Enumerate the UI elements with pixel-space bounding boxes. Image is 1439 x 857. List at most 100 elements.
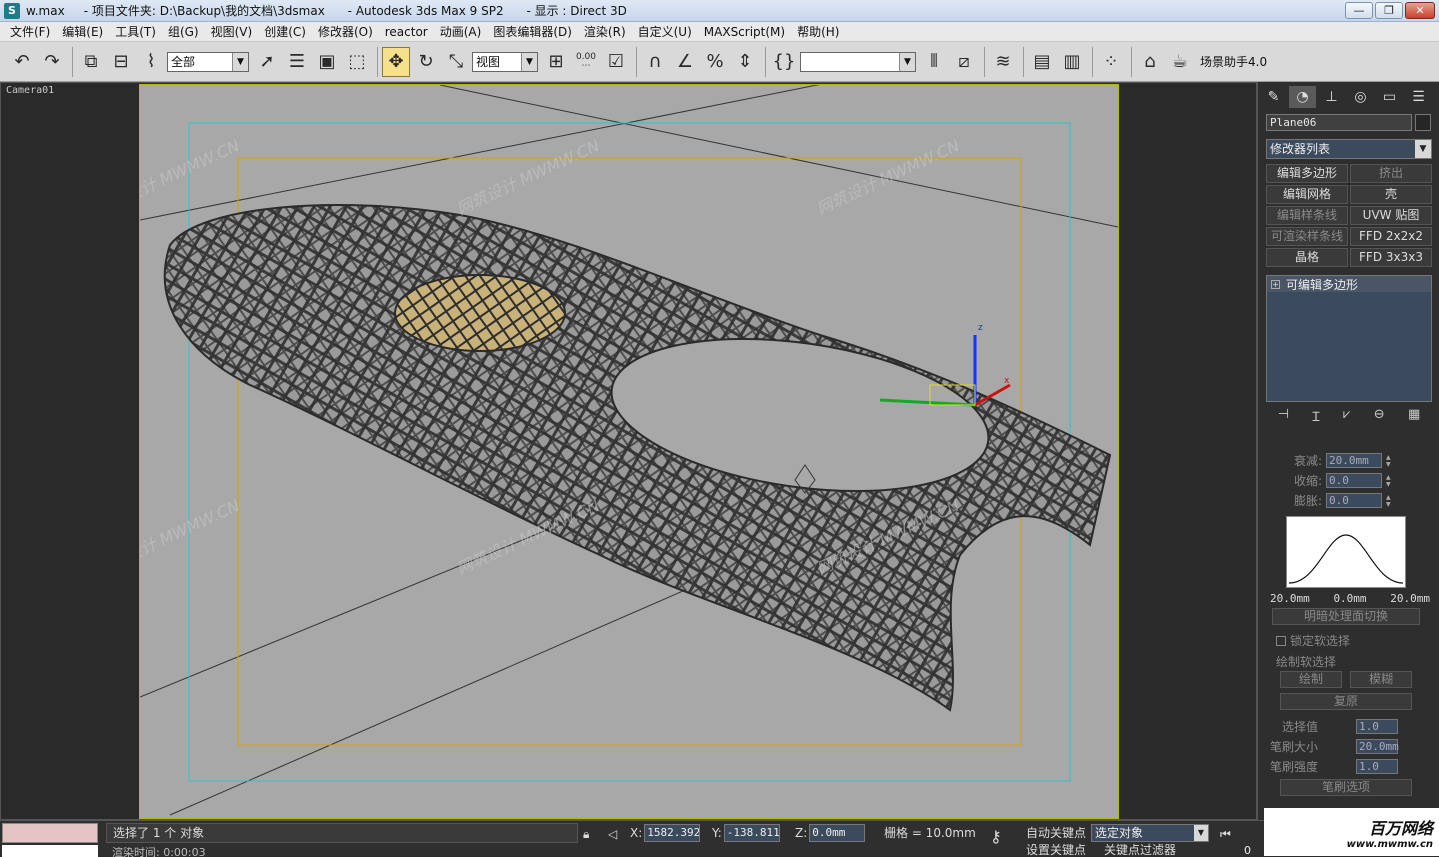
- menu-modifiers[interactable]: 修改器(O): [312, 22, 379, 42]
- modifier-ffd-3x3x3-button[interactable]: FFD 3x3x3: [1350, 248, 1432, 267]
- schematic-view-icon[interactable]: ▥: [1058, 47, 1086, 77]
- menu-maxscript[interactable]: MAXScript(M): [698, 22, 791, 42]
- current-frame-field[interactable]: 0: [1244, 845, 1251, 857]
- select-and-scale-icon[interactable]: ⤡: [442, 47, 470, 77]
- brush-options-button[interactable]: 笔刷选项: [1280, 779, 1412, 796]
- menu-help[interactable]: 帮助(H): [791, 22, 845, 42]
- minimize-button[interactable]: —: [1345, 2, 1373, 19]
- maxscript-listener-output[interactable]: [2, 845, 98, 857]
- bubble-field[interactable]: 0.0: [1326, 493, 1382, 508]
- angle-snap-icon[interactable]: ∠: [671, 47, 699, 77]
- spinner-snap-icon[interactable]: ⇕: [731, 47, 759, 77]
- go-to-start-icon[interactable]: ⏮: [1220, 824, 1231, 844]
- expand-icon[interactable]: +: [1271, 279, 1280, 289]
- pinch-field[interactable]: 0.0: [1326, 473, 1382, 488]
- viewport-scene[interactable]: z x 网筑设计 MWMW.CN 网筑设计 MWMW.CN 网筑设计 MWMW.…: [94, 24, 1119, 819]
- named-selection-dropdown[interactable]: ▼: [800, 51, 916, 72]
- y-field[interactable]: -138.811mm: [723, 824, 780, 842]
- select-and-link-icon[interactable]: ⧉: [77, 47, 105, 77]
- motion-tab-icon[interactable]: ◎: [1347, 86, 1374, 108]
- revert-button[interactable]: 复原: [1280, 693, 1412, 710]
- show-end-result-icon[interactable]: Ɪ: [1312, 407, 1319, 425]
- blur-button[interactable]: 模糊: [1350, 671, 1412, 688]
- selection-filter-dropdown[interactable]: 全部 ▼: [167, 51, 249, 72]
- absolute-mode-icon[interactable]: ◁: [608, 824, 617, 844]
- shade-face-toggle-button[interactable]: 明暗处理面切换: [1272, 608, 1420, 625]
- modifier-edit-spline-button[interactable]: 编辑样条线: [1266, 206, 1348, 225]
- x-field[interactable]: 1582.392mm: [644, 824, 701, 842]
- window-crossing-icon[interactable]: ⬚: [343, 47, 371, 77]
- select-object-icon[interactable]: ➚: [253, 47, 281, 77]
- hierarchy-tab-icon[interactable]: ⊥: [1318, 86, 1345, 108]
- create-tab-icon[interactable]: ✎: [1260, 86, 1287, 108]
- menu-rendering[interactable]: 渲染(R): [578, 22, 632, 42]
- quick-render-icon[interactable]: ☕: [1166, 47, 1194, 77]
- menu-views[interactable]: 视图(V): [205, 22, 259, 42]
- menu-animation[interactable]: 动画(A): [434, 22, 488, 42]
- undo-icon[interactable]: ↶: [8, 47, 36, 77]
- menu-tools[interactable]: 工具(T): [109, 22, 162, 42]
- keyboard-shortcut-override-icon[interactable]: ☑: [602, 47, 630, 77]
- configure-sets-icon[interactable]: ▦: [1408, 407, 1420, 425]
- display-tab-icon[interactable]: ▭: [1376, 86, 1403, 108]
- edit-named-selection-icon[interactable]: {}: [770, 47, 798, 77]
- brush-size-field[interactable]: 20.0mm: [1356, 739, 1399, 754]
- select-and-rotate-icon[interactable]: ↻: [412, 47, 440, 77]
- utilities-tab-icon[interactable]: ☰: [1405, 86, 1432, 108]
- modifier-renderable-spline-button[interactable]: 可渲染样条线: [1266, 227, 1348, 246]
- checkbox-box[interactable]: [1276, 635, 1286, 646]
- key-icon[interactable]: ⚷: [990, 827, 1002, 847]
- layer-manager-icon[interactable]: ≋: [989, 47, 1017, 77]
- render-scene-icon[interactable]: ⌂: [1136, 47, 1164, 77]
- 3dsmax-app-icon[interactable]: S: [4, 2, 20, 19]
- select-manipulate-icon[interactable]: 0.00 ⋯: [572, 47, 600, 77]
- spinner-arrows-icon[interactable]: ▲ ▼: [1386, 474, 1394, 488]
- object-name-field[interactable]: Plane06: [1266, 114, 1412, 131]
- paint-button[interactable]: 绘制: [1280, 671, 1342, 688]
- pivot-center-icon[interactable]: ⊞: [542, 47, 570, 77]
- z-field[interactable]: 0.0mm: [809, 824, 866, 842]
- maxscript-listener-mini[interactable]: [2, 823, 98, 843]
- snaps-toggle-icon[interactable]: ∩: [641, 47, 669, 77]
- material-editor-icon[interactable]: ⁘: [1097, 47, 1125, 77]
- set-key-button[interactable]: 设置关键点: [1026, 843, 1086, 857]
- menu-edit[interactable]: 编辑(E): [56, 22, 109, 42]
- menu-graph-editors[interactable]: 图表编辑器(D): [487, 22, 578, 42]
- menu-group[interactable]: 组(G): [162, 22, 205, 42]
- modifier-edit-poly-button[interactable]: 编辑多边形: [1266, 164, 1348, 183]
- lock-soft-selection-checkbox[interactable]: 锁定软选择: [1276, 632, 1350, 649]
- reference-coordinate-dropdown[interactable]: 视图 ▼: [472, 51, 538, 72]
- selection-lock-icon[interactable]: 🔒︎: [583, 824, 589, 844]
- scene-helper-label[interactable]: 场景助手4.0: [1200, 53, 1267, 70]
- remove-modifier-icon[interactable]: ⊖: [1374, 407, 1385, 425]
- modifier-uvw-map-button[interactable]: UVW 贴图: [1350, 206, 1432, 225]
- bind-space-warp-icon[interactable]: ⌇: [137, 47, 165, 77]
- close-button[interactable]: ✕: [1405, 2, 1435, 19]
- selection-value-field[interactable]: 1.0: [1356, 719, 1398, 734]
- spinner-arrows-icon[interactable]: ▲ ▼: [1386, 454, 1394, 468]
- modifier-shell-button[interactable]: 壳: [1350, 185, 1432, 204]
- pin-stack-icon[interactable]: ⊣: [1278, 407, 1289, 425]
- modify-tab-icon[interactable]: ◔: [1289, 86, 1316, 108]
- select-by-name-icon[interactable]: ☰: [283, 47, 311, 77]
- align-icon[interactable]: ⧄: [950, 47, 978, 77]
- stack-item-editable-poly[interactable]: + 可编辑多边形: [1267, 276, 1431, 292]
- modifier-stack[interactable]: + 可编辑多边形: [1266, 275, 1432, 402]
- spinner-arrows-icon[interactable]: ▲ ▼: [1386, 494, 1394, 508]
- mirror-icon[interactable]: ⫴: [920, 47, 948, 77]
- modifier-lattice-button[interactable]: 晶格: [1266, 248, 1348, 267]
- key-filters-button[interactable]: 关键点过滤器: [1104, 843, 1176, 857]
- curve-editor-icon[interactable]: ▤: [1028, 47, 1056, 77]
- falloff-field[interactable]: 20.0mm: [1326, 453, 1382, 468]
- camera-viewport[interactable]: Camera01 z x 网筑设计 MWMW.CN 网筑设计 MWMW.CN 网…: [0, 24, 1257, 820]
- modifier-ffd-2x2x2-button[interactable]: FFD 2x2x2: [1350, 227, 1432, 246]
- select-and-move-icon[interactable]: ✥: [382, 46, 410, 77]
- percent-snap-icon[interactable]: %: [701, 47, 729, 77]
- modifier-edit-mesh-button[interactable]: 编辑网格: [1266, 185, 1348, 204]
- object-color-swatch[interactable]: [1415, 114, 1431, 131]
- key-mode-dropdown[interactable]: 选定对象 ▼: [1091, 824, 1209, 842]
- unlink-icon[interactable]: ⊟: [107, 47, 135, 77]
- restore-button[interactable]: ❐: [1375, 2, 1403, 19]
- viewport-label[interactable]: Camera01: [6, 85, 54, 96]
- auto-key-button[interactable]: 自动关键点: [1026, 823, 1086, 843]
